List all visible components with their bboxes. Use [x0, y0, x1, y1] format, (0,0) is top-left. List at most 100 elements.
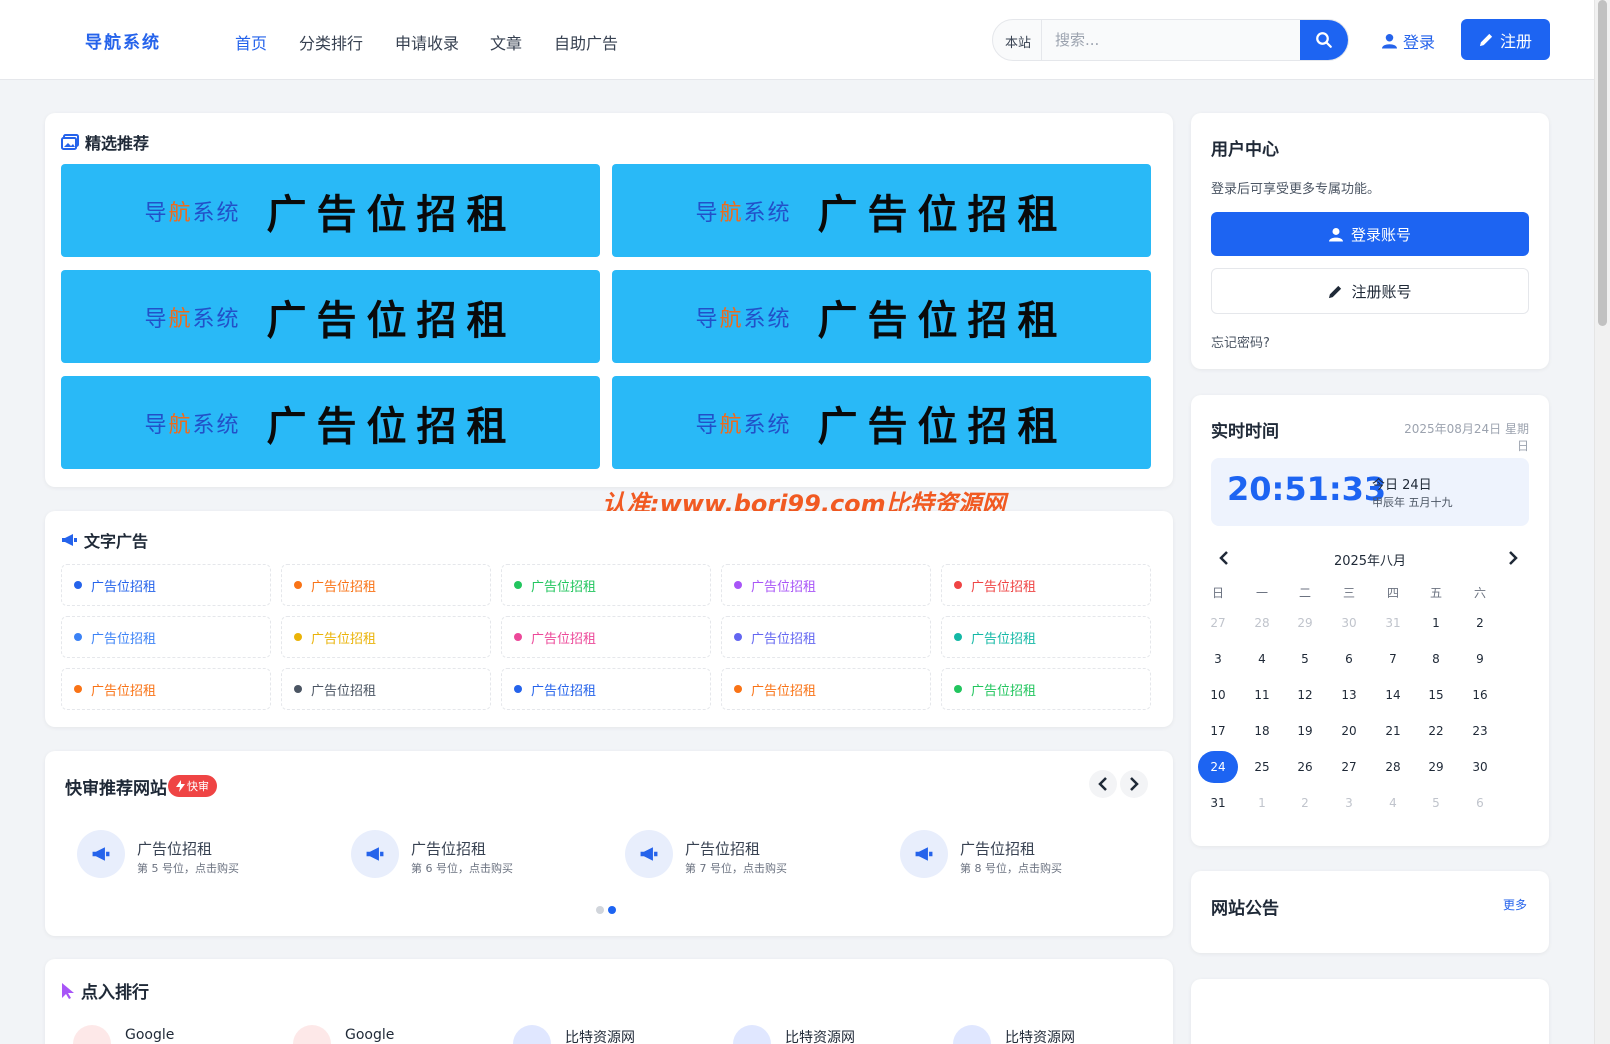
text-ad-item[interactable]: 广告位招租: [501, 564, 711, 606]
banner-brand-post: 系统: [743, 200, 792, 226]
rank-item[interactable]: 比特资源网: [953, 1025, 1153, 1044]
calendar-day[interactable]: 1: [1242, 787, 1282, 819]
ad-banner[interactable]: 导航系统 广告位招租: [612, 164, 1151, 257]
calendar-day[interactable]: 31: [1198, 787, 1238, 819]
rank-item[interactable]: 比特资源网: [513, 1025, 713, 1044]
calendar-day[interactable]: 15: [1416, 679, 1456, 711]
calendar-day[interactable]: 16: [1460, 679, 1500, 711]
calendar-day[interactable]: 28: [1373, 751, 1413, 783]
text-ad-item[interactable]: 广告位招租: [281, 616, 491, 658]
calendar-day[interactable]: 14: [1373, 679, 1413, 711]
calendar-day[interactable]: 6: [1329, 643, 1369, 675]
calendar-day[interactable]: 3: [1329, 787, 1369, 819]
calendar-next-button[interactable]: [1503, 548, 1523, 568]
text-ad-item[interactable]: 广告位招租: [721, 616, 931, 658]
carousel-next-button[interactable]: [1120, 770, 1148, 798]
calendar-day[interactable]: 22: [1416, 715, 1456, 747]
register-button[interactable]: 注册: [1461, 19, 1550, 60]
nav-apply-listing[interactable]: 申请收录: [395, 30, 459, 54]
text-ad-item[interactable]: 广告位招租: [281, 564, 491, 606]
calendar-day[interactable]: 9: [1460, 643, 1500, 675]
calendar-day[interactable]: 1: [1416, 607, 1456, 639]
calendar-day[interactable]: 13: [1329, 679, 1369, 711]
calendar-day[interactable]: 11: [1242, 679, 1282, 711]
user-center-title: 用户中心: [1211, 140, 1279, 160]
nav-home[interactable]: 首页: [235, 30, 267, 54]
nav-articles[interactable]: 文章: [490, 30, 522, 54]
register-account-button[interactable]: 注册账号: [1211, 268, 1529, 314]
calendar-day[interactable]: 29: [1416, 751, 1456, 783]
page-scrollbar[interactable]: [1594, 0, 1610, 1044]
calendar-day[interactable]: 21: [1373, 715, 1413, 747]
quick-review-item[interactable]: 广告位招租第 7 号位，点击购买: [625, 830, 875, 880]
ad-banner[interactable]: 导航系统 广告位招租: [612, 270, 1151, 363]
forgot-password-link[interactable]: 忘记密码?: [1211, 332, 1270, 351]
search-input[interactable]: [1043, 20, 1293, 60]
text-ad-label: 广告位招租: [751, 631, 817, 647]
calendar-day[interactable]: 25: [1242, 751, 1282, 783]
ad-banner[interactable]: 导航系统 广告位招租: [61, 376, 600, 469]
calendar-day[interactable]: 3: [1198, 643, 1238, 675]
ad-banner[interactable]: 导航系统 广告位招租: [61, 164, 600, 257]
carousel-dot-2[interactable]: [608, 906, 616, 914]
calendar-day[interactable]: 27: [1198, 607, 1238, 639]
calendar-day[interactable]: 4: [1373, 787, 1413, 819]
color-dot-icon: [954, 685, 962, 693]
text-ad-item[interactable]: 广告位招租: [281, 668, 491, 710]
calendar-day[interactable]: 20: [1329, 715, 1369, 747]
calendar-day[interactable]: 29: [1285, 607, 1325, 639]
calendar-day[interactable]: 17: [1198, 715, 1238, 747]
text-ad-item[interactable]: 广告位招租: [501, 616, 711, 658]
calendar-day[interactable]: 26: [1285, 751, 1325, 783]
text-ad-item[interactable]: 广告位招租: [941, 564, 1151, 606]
quick-review-item[interactable]: 广告位招租第 5 号位，点击购买: [77, 830, 327, 880]
calendar-day[interactable]: 2: [1460, 607, 1500, 639]
quick-review-item[interactable]: 广告位招租第 6 号位，点击购买: [351, 830, 601, 880]
nav-self-ads[interactable]: 自助广告: [554, 30, 618, 54]
ad-banner[interactable]: 导航系统 广告位招租: [61, 270, 600, 363]
text-ad-item[interactable]: 广告位招租: [721, 564, 931, 606]
rank-item[interactable]: 比特资源网: [733, 1025, 933, 1044]
text-ad-item[interactable]: 广告位招租: [61, 564, 271, 606]
calendar-day[interactable]: 31: [1373, 607, 1413, 639]
calendar-day-number: 5: [1432, 796, 1440, 810]
calendar-day[interactable]: 5: [1285, 643, 1325, 675]
scrollbar-thumb[interactable]: [1598, 0, 1607, 326]
calendar-day[interactable]: 2: [1285, 787, 1325, 819]
login-link[interactable]: 登录: [1382, 29, 1435, 53]
calendar-day[interactable]: 30: [1329, 607, 1369, 639]
calendar-day[interactable]: 6: [1460, 787, 1500, 819]
calendar-day[interactable]: 23: [1460, 715, 1500, 747]
notice-more-link[interactable]: 更多: [1503, 896, 1527, 913]
calendar-day-today[interactable]: 24: [1198, 751, 1238, 783]
calendar-day[interactable]: 12: [1285, 679, 1325, 711]
site-logo[interactable]: 导航系统: [85, 28, 161, 53]
calendar-day[interactable]: 30: [1460, 751, 1500, 783]
rank-item[interactable]: Google: [73, 1025, 273, 1044]
calendar-prev-button[interactable]: [1214, 548, 1234, 568]
text-ad-item[interactable]: 广告位招租: [941, 616, 1151, 658]
text-ad-item[interactable]: 广告位招租: [61, 668, 271, 710]
ad-banner[interactable]: 导航系统 广告位招租: [612, 376, 1151, 469]
nav-category-ranking[interactable]: 分类排行: [299, 30, 363, 54]
calendar-day[interactable]: 18: [1242, 715, 1282, 747]
calendar-day[interactable]: 4: [1242, 643, 1282, 675]
search-button[interactable]: [1300, 20, 1348, 60]
search-scope-select[interactable]: 本站: [1005, 32, 1031, 51]
calendar-day[interactable]: 28: [1242, 607, 1282, 639]
carousel-prev-button[interactable]: [1089, 770, 1117, 798]
calendar-day[interactable]: 7: [1373, 643, 1413, 675]
calendar-day[interactable]: 10: [1198, 679, 1238, 711]
text-ad-item[interactable]: 广告位招租: [721, 668, 931, 710]
calendar-day[interactable]: 5: [1416, 787, 1456, 819]
carousel-dot-1[interactable]: [596, 906, 604, 914]
text-ad-item[interactable]: 广告位招租: [941, 668, 1151, 710]
calendar-day[interactable]: 27: [1329, 751, 1369, 783]
quick-review-item[interactable]: 广告位招租第 8 号位，点击购买: [900, 830, 1150, 880]
calendar-day[interactable]: 8: [1416, 643, 1456, 675]
text-ad-item[interactable]: 广告位招租: [61, 616, 271, 658]
calendar-day[interactable]: 19: [1285, 715, 1325, 747]
text-ad-item[interactable]: 广告位招租: [501, 668, 711, 710]
rank-item[interactable]: Google: [293, 1025, 493, 1044]
login-account-button[interactable]: 登录账号: [1211, 212, 1529, 256]
